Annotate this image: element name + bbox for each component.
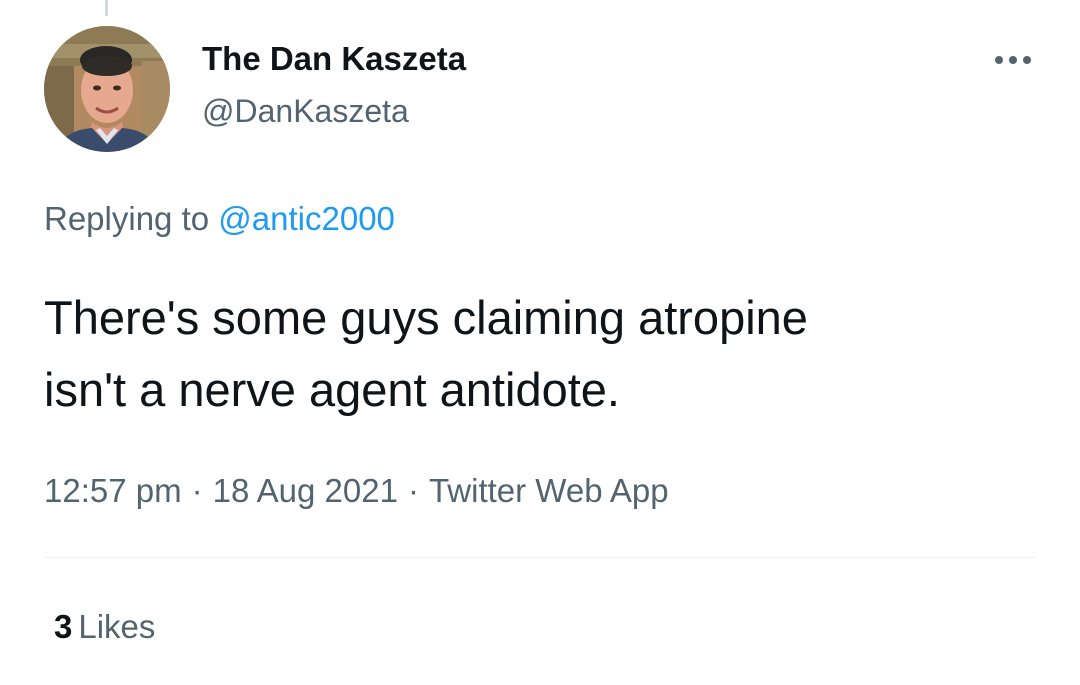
- stats-divider: [44, 557, 1036, 558]
- tweet-text: There's some guys claiming atropine isn'…: [44, 282, 1054, 426]
- tweet-time-link[interactable]: 12:57 pm: [44, 472, 182, 509]
- likes-count: 3: [54, 608, 73, 645]
- more-dots-icon: [995, 56, 1031, 64]
- more-options-button[interactable]: [988, 40, 1038, 80]
- tweet-source-link[interactable]: Twitter Web App: [429, 472, 669, 509]
- meta-separator: ·: [407, 472, 419, 509]
- likes-label: Likes: [78, 608, 156, 645]
- reply-context: Replying to @antic2000: [44, 200, 395, 238]
- author-handle[interactable]: @DanKaszeta: [202, 93, 409, 130]
- tweet-text-line: There's some guys claiming atropine: [44, 291, 808, 344]
- meta-separator: ·: [191, 472, 203, 509]
- tweet-text-line: isn't a nerve agent antidote.: [44, 363, 620, 416]
- author-avatar[interactable]: [44, 26, 170, 152]
- tweet-metadata: 12:57 pm · 18 Aug 2021 · Twitter Web App: [44, 472, 669, 510]
- reply-mention-link[interactable]: @antic2000: [218, 200, 395, 237]
- tweet-date-link[interactable]: 18 Aug 2021: [213, 472, 398, 509]
- avatar-photo: [44, 26, 170, 152]
- thread-connector-line: [105, 0, 108, 16]
- author-display-name[interactable]: The Dan Kaszeta: [202, 40, 466, 78]
- likes-stat-link[interactable]: 3 Likes: [54, 608, 155, 646]
- reply-context-prefix: Replying to: [44, 200, 210, 237]
